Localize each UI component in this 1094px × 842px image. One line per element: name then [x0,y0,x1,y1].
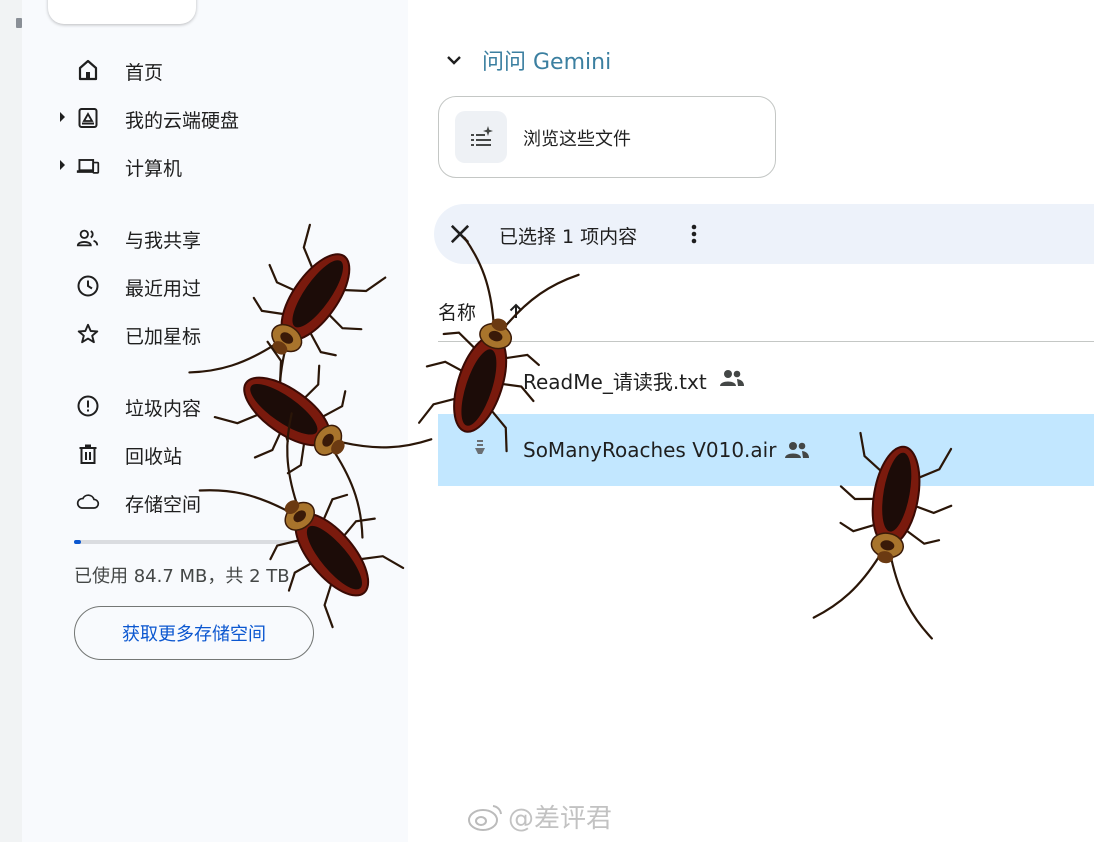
file-row-selected[interactable]: SoManyRoaches V010.air [438,414,1094,486]
selection-count: 已选择 1 项内容 [499,226,638,248]
file-type-icon [475,440,485,454]
more-vert-icon[interactable] [684,220,704,248]
name-column-label: 名称 [438,301,477,324]
star-icon [74,322,102,346]
file-row[interactable]: ReadMe_请读我.txt [438,342,1094,415]
drive-icon [74,106,102,130]
shared-people-icon [785,442,809,458]
ask-gemini-toggle[interactable]: 问问 Gemini [442,44,611,76]
sidebar-item-home[interactable]: 首页 [22,50,382,90]
sidebar: 首页 我的云端硬盘 计算机 与我共享 最近用过 已加星标 垃圾内容 回收站 存储… [22,0,408,842]
chevron-down-icon [447,56,461,65]
sidebar-item-shared-with-me[interactable]: 与我共享 [22,218,382,258]
sidebar-item-label: 最近用过 [125,278,202,300]
browser-edge [0,0,23,842]
sidebar-item-starred[interactable]: 已加星标 [22,314,382,354]
close-icon[interactable] [446,220,474,248]
browse-files-suggestion[interactable]: 浏览这些文件 [438,96,776,178]
sidebar-item-label: 计算机 [125,158,183,180]
name-column-header[interactable]: 名称 [438,296,526,326]
storage-usage-fill [74,540,81,544]
cloud-icon [74,490,102,514]
sidebar-item-recent[interactable]: 最近用过 [22,266,382,306]
sidebar-item-my-drive[interactable]: 我的云端硬盘 [22,98,382,138]
sidebar-item-trash[interactable]: 回收站 [22,434,382,474]
expand-caret-icon[interactable] [60,112,65,122]
computer-icon [74,154,102,178]
sidebar-item-label: 我的云端硬盘 [125,110,240,132]
sidebar-item-spam[interactable]: 垃圾内容 [22,386,382,426]
sidebar-item-label: 与我共享 [125,230,202,252]
sidebar-item-label: 首页 [125,62,164,84]
file-name: SoManyRoaches V010.air [523,438,777,462]
new-button[interactable] [48,0,196,24]
storage-usage-text: 已使用 84.7 MB，共 2 TB [74,566,290,587]
home-icon [74,58,102,82]
storage-usage-bar [74,540,304,544]
shared-people-icon [720,370,744,386]
ask-gemini-label: 问问 Gemini [482,50,612,75]
main-content: 问问 Gemini 浏览这些文件 已选择 1 项内容 名称 ReadMe_请读我… [408,0,1094,842]
sidebar-item-computers[interactable]: 计算机 [22,146,382,186]
watermark: @差评君 [466,798,612,835]
sidebar-item-label: 已加星标 [125,326,202,348]
weibo-logo-icon [468,804,502,831]
get-more-storage-button[interactable]: 获取更多存储空间 [74,606,314,660]
suggestion-label: 浏览这些文件 [523,129,631,150]
people-icon [74,226,102,250]
expand-caret-icon[interactable] [60,160,65,170]
sidebar-item-label: 存储空间 [125,494,202,516]
watermark-text: @差评君 [508,804,613,834]
alert-circle-icon [74,394,102,418]
trash-icon [74,442,102,466]
clock-icon [74,274,102,298]
sidebar-item-storage[interactable]: 存储空间 [22,482,382,522]
sparkle-list-icon [455,111,507,163]
file-name: ReadMe_请读我.txt [523,370,707,394]
sidebar-item-label: 回收站 [125,446,183,468]
sort-arrow-up-icon[interactable] [506,301,526,321]
sidebar-item-label: 垃圾内容 [125,398,202,420]
selection-toolbar: 已选择 1 项内容 [434,204,1094,264]
